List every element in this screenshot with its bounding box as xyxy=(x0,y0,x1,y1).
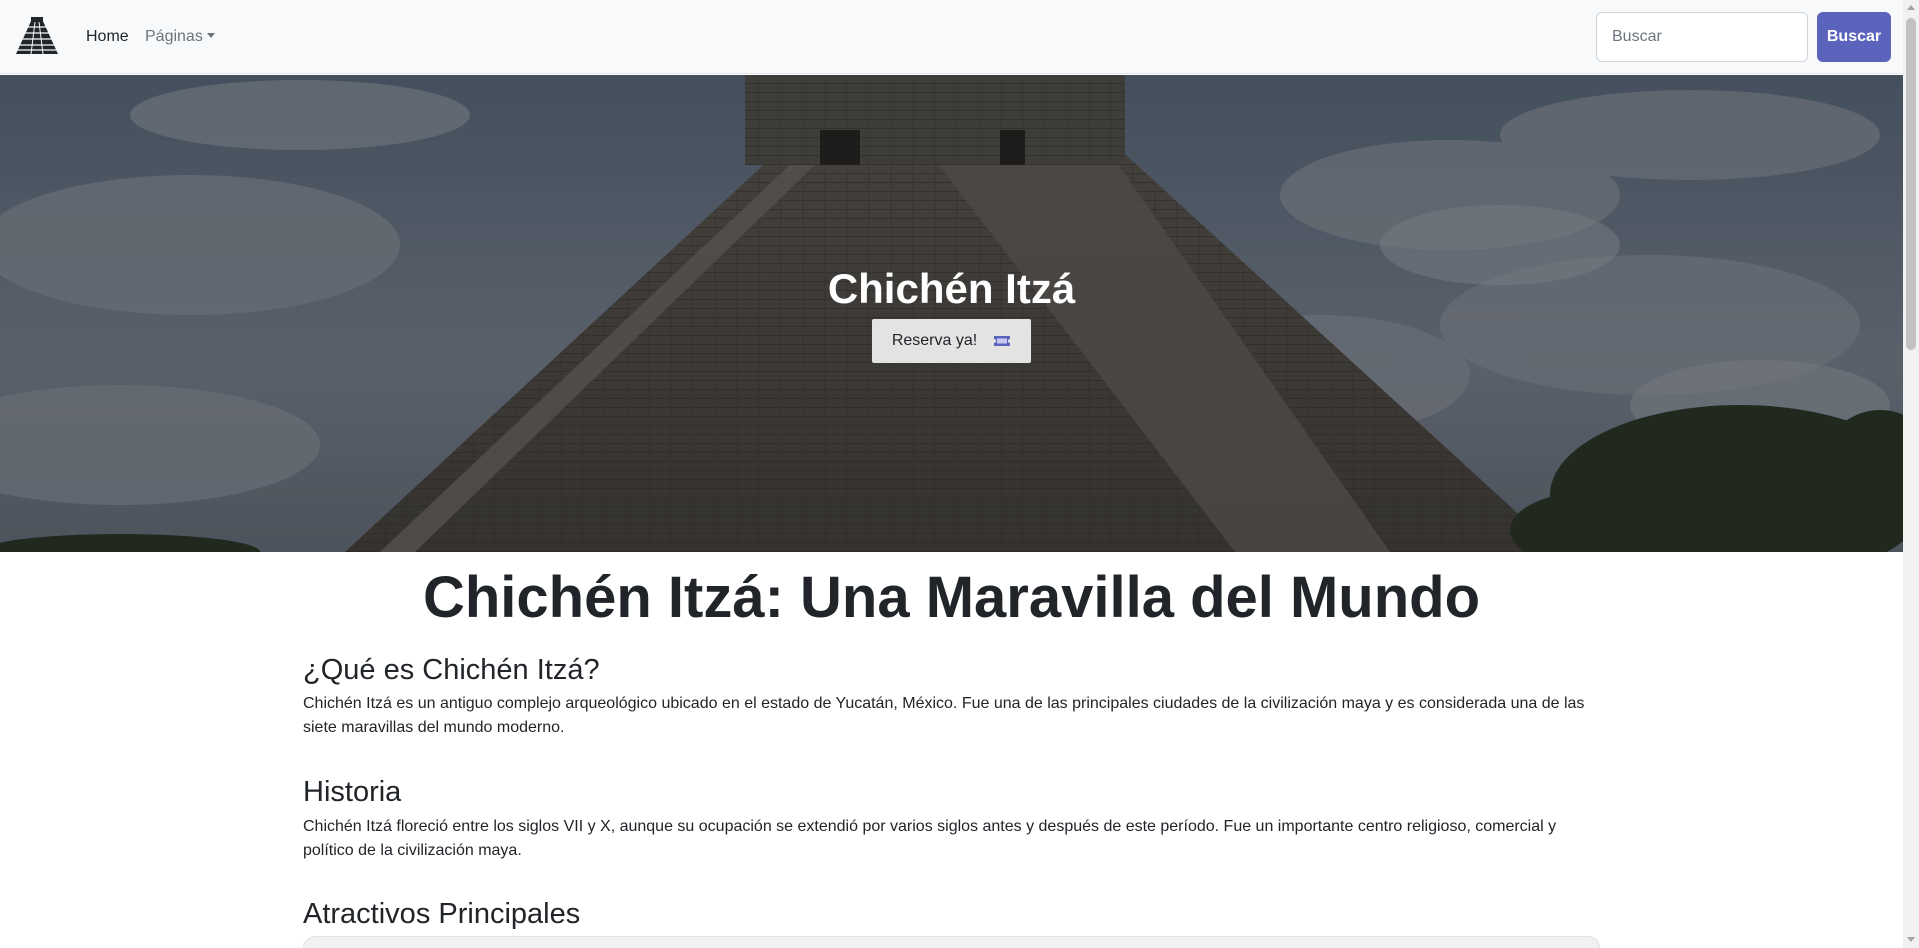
nav-home-link[interactable]: Home xyxy=(86,26,129,48)
page-title: Chichén Itzá: Una Maravilla del Mundo xyxy=(422,565,1481,630)
attractions-card xyxy=(303,936,1600,948)
reserve-button-label: Reserva ya! xyxy=(891,332,978,349)
scrollbar-thumb[interactable] xyxy=(1906,18,1916,350)
pyramid-logo-icon[interactable] xyxy=(12,17,62,57)
ticket-icon xyxy=(994,336,1011,346)
reserve-button[interactable]: Reserva ya! xyxy=(872,319,1031,363)
section-heading-atractivos: Atractivos Principales xyxy=(303,898,581,930)
section-paragraph-que-es: Chichén Itzá es un antiguo complejo arqu… xyxy=(303,695,1585,736)
section-heading-que-es: ¿Qué es Chichén Itzá? xyxy=(303,654,600,686)
scroll-up-arrow-icon[interactable] xyxy=(1907,5,1915,10)
hero-title: Chichén Itzá xyxy=(827,265,1076,312)
navbar: Home Páginas Buscar xyxy=(0,0,1903,74)
search-button[interactable]: Buscar xyxy=(1817,12,1891,62)
search-input[interactable] xyxy=(1596,12,1808,62)
hero-banner: Chichén Itzá Reserva ya! xyxy=(0,75,1903,552)
section-paragraph-historia: Chichén Itzá floreció entre los siglos V… xyxy=(303,818,1557,859)
chevron-down-icon xyxy=(206,33,215,38)
page-viewport: Home Páginas Buscar Buscar Chichén Itzá … xyxy=(0,0,1903,948)
scroll-down-arrow-icon[interactable] xyxy=(1907,937,1915,942)
nav-pages-dropdown[interactable]: Páginas xyxy=(145,26,215,48)
nav-pages-label: Páginas xyxy=(145,28,203,45)
section-heading-historia: Historia xyxy=(303,776,402,808)
